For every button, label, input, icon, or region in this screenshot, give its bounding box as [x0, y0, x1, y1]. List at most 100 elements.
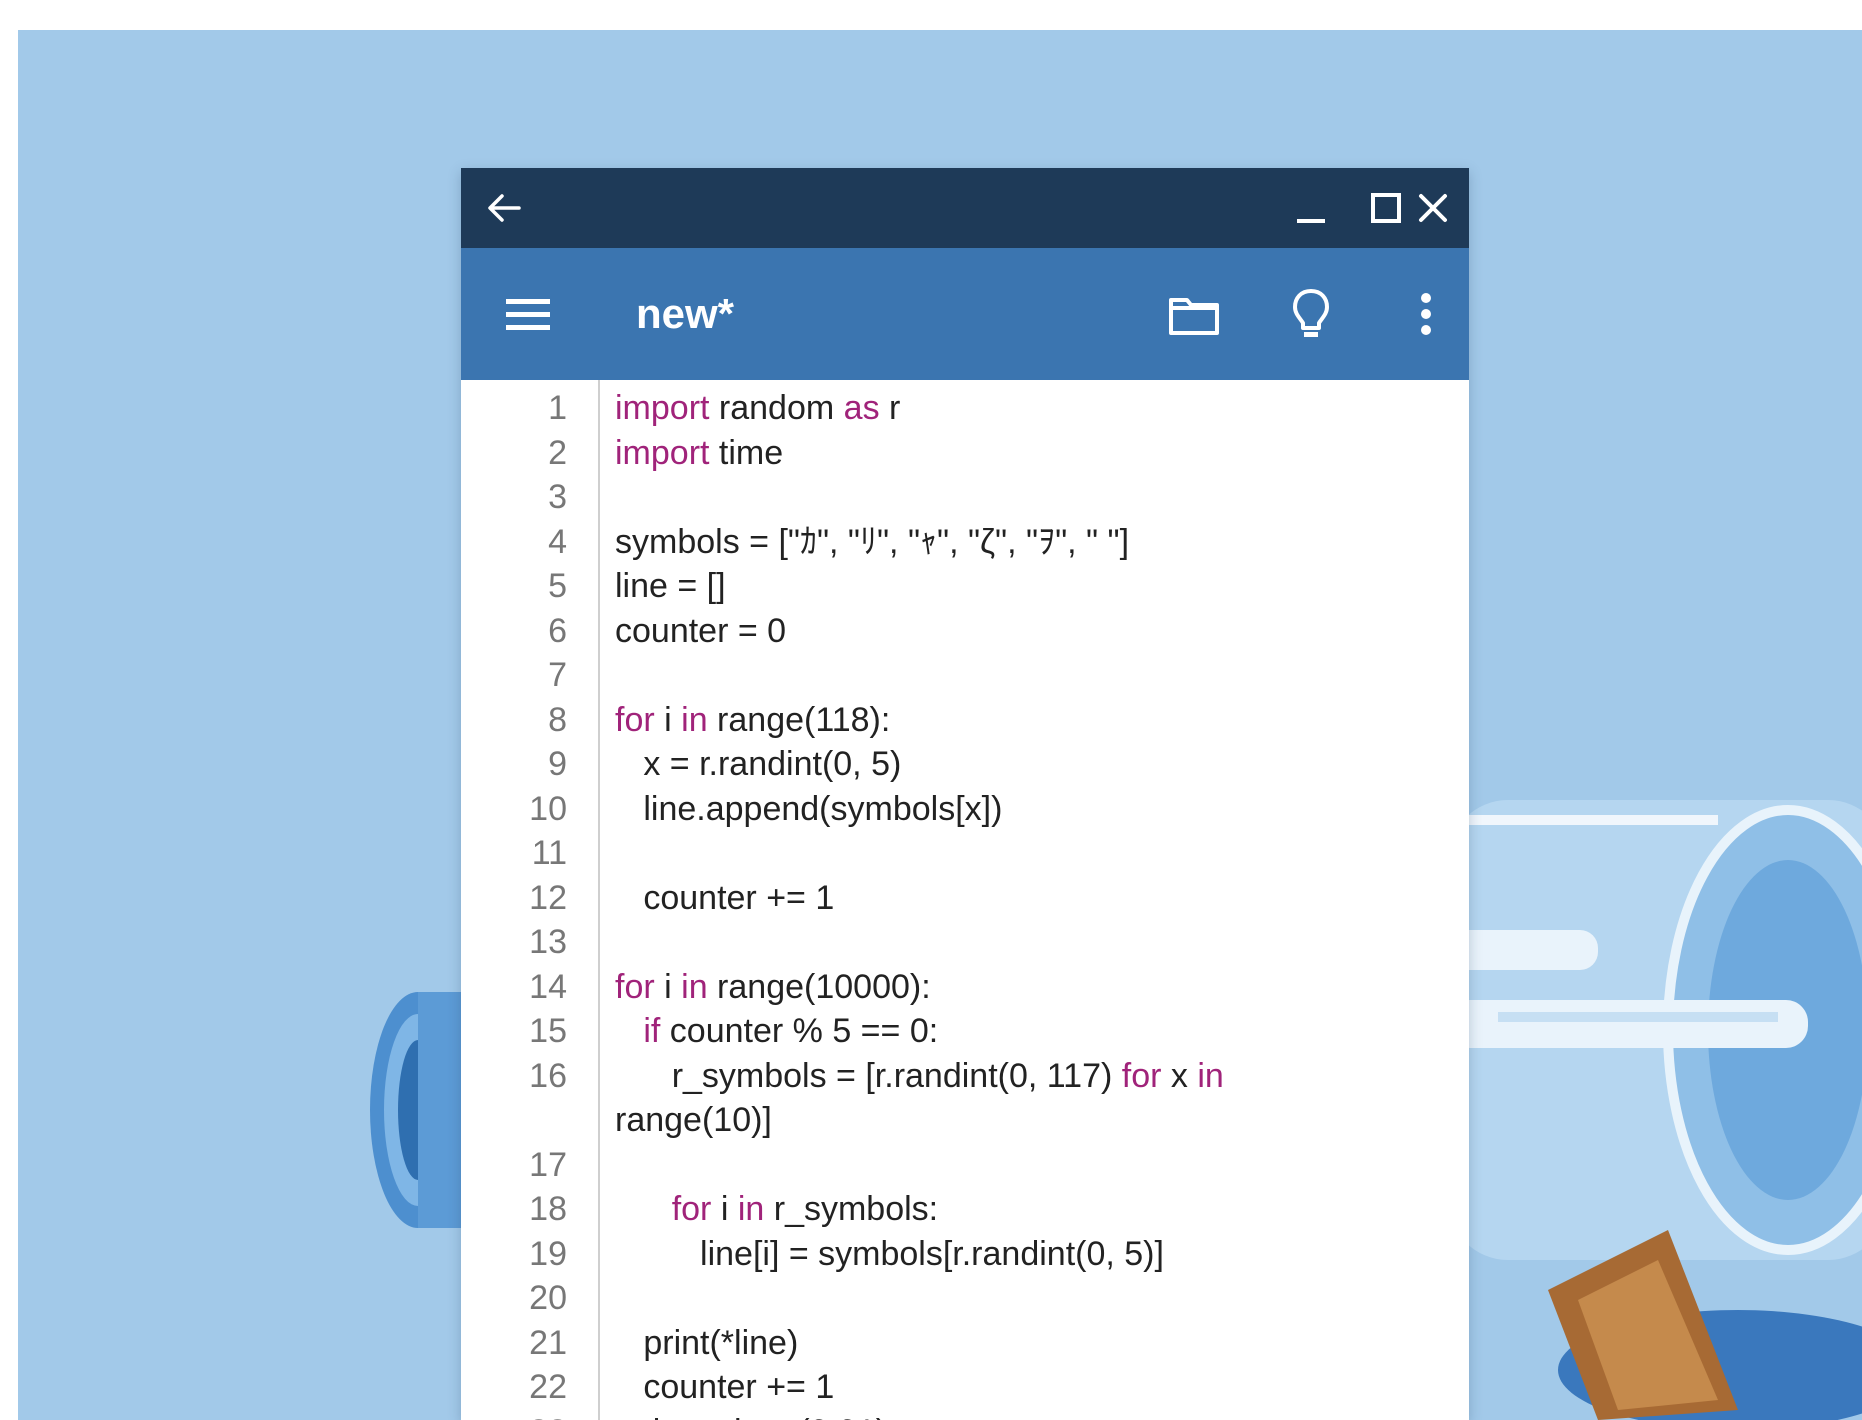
- line-number: 6: [548, 611, 567, 650]
- line-number: 21: [529, 1323, 567, 1362]
- arrow-left-icon: [488, 194, 521, 222]
- code-token: x = r.randint(0, 5): [615, 745, 902, 783]
- line-number: 7: [548, 656, 567, 694]
- code-text: line = []: [615, 564, 1425, 609]
- code-text: counter += 1: [615, 1365, 1425, 1410]
- app-toolbar: new*: [461, 248, 1469, 380]
- code-editor[interactable]: 1 import random as r 2 import time 3 4 symbol…: [461, 380, 1469, 1420]
- code-token: r_symbols = [r.randint(0, 117): [615, 1056, 1122, 1095]
- line-number: 17: [529, 1145, 567, 1184]
- keyword-token: for: [671, 1190, 712, 1228]
- menu-button[interactable]: [488, 274, 568, 354]
- minimize-button[interactable]: [1276, 168, 1346, 248]
- folder-icon: [1169, 298, 1219, 335]
- code-text: line.append(symbols[x]): [615, 787, 1425, 832]
- code-line[interactable]: 16 r_symbols = [r.randint(0, 117) for x …: [461, 1054, 1469, 1143]
- code-token: range(10000):: [707, 967, 931, 1006]
- line-number: 5: [548, 567, 567, 605]
- code-text: counter = 0: [615, 609, 1425, 654]
- code-line[interactable]: 10 line.append(symbols[x]): [461, 787, 1469, 832]
- code-token: counter += 1: [615, 878, 835, 917]
- code-line[interactable]: 4 symbols = ["ｶ", "ﾘ", "ｬ", "ζ", "ｦ", " "…: [461, 520, 1469, 565]
- code-text: counter += 1: [615, 876, 1425, 921]
- code-line[interactable]: 1 import random as r: [461, 386, 1469, 431]
- line-number: 13: [529, 923, 567, 961]
- open-file-button[interactable]: [1154, 274, 1234, 354]
- code-line[interactable]: 11: [461, 831, 1469, 876]
- code-line[interactable]: 23 time.sleep(0.01): [461, 1410, 1469, 1420]
- code-token: counter % 5 == 0:: [660, 1012, 939, 1050]
- code-line[interactable]: 7: [461, 653, 1469, 698]
- code-text: print(*line): [615, 1321, 1425, 1366]
- code-line[interactable]: 9 x = r.randint(0, 5): [461, 742, 1469, 787]
- code-line[interactable]: 21 print(*line): [461, 1321, 1469, 1366]
- code-token: print(*line): [615, 1323, 799, 1362]
- lightbulb-icon: [1293, 289, 1329, 337]
- line-number: 19: [529, 1234, 567, 1273]
- code-line[interactable]: 22 counter += 1: [461, 1365, 1469, 1410]
- code-line[interactable]: 5 line = []: [461, 564, 1469, 609]
- back-button[interactable]: [469, 168, 539, 248]
- bottle-illustration: [1448, 800, 1862, 1420]
- more-options-button[interactable]: [1386, 274, 1466, 354]
- desktop-background: new* 1 import random as r 2 import time …: [18, 30, 1862, 1420]
- code-token: range(118):: [707, 700, 891, 739]
- line-number: 14: [529, 967, 567, 1006]
- line-number: 4: [548, 522, 567, 561]
- code-line[interactable]: 14 for i in range(10000):: [461, 965, 1469, 1010]
- code-token: time.sleep(0.01): [615, 1413, 887, 1420]
- line-number: 12: [529, 878, 567, 917]
- line-number: 2: [548, 433, 567, 472]
- code-text: for i in range(10000):: [615, 965, 1425, 1010]
- code-line[interactable]: 18 for i in r_symbols:: [461, 1187, 1469, 1232]
- code-line[interactable]: 3: [461, 475, 1469, 520]
- keyword-token: for: [615, 967, 655, 1006]
- code-line[interactable]: 20: [461, 1276, 1469, 1321]
- code-line[interactable]: 2 import time: [461, 431, 1469, 476]
- code-token: line.append(symbols[x]): [615, 789, 1003, 828]
- code-token: counter = 0: [615, 611, 787, 650]
- code-text: import random as r: [615, 386, 1425, 431]
- code-line[interactable]: 15 if counter % 5 == 0:: [461, 1009, 1469, 1054]
- code-text: import time: [615, 431, 1425, 476]
- file-title: new*: [636, 290, 735, 337]
- tips-button[interactable]: [1271, 274, 1351, 354]
- code-text: x = r.randint(0, 5): [615, 742, 1425, 787]
- code-line[interactable]: 8 for i in range(118):: [461, 698, 1469, 743]
- code-token: x: [1161, 1056, 1198, 1095]
- code-line[interactable]: 12 counter += 1: [461, 876, 1469, 921]
- code-token: i: [654, 700, 682, 739]
- code-token: i: [654, 967, 682, 1006]
- close-button[interactable]: [1398, 168, 1468, 248]
- code-token: time: [709, 433, 784, 472]
- code-text: symbols = ["ｶ", "ﾘ", "ｬ", "ζ", "ｦ", " "]: [615, 520, 1425, 565]
- line-number: 11: [531, 834, 567, 872]
- keyword-token: import: [615, 389, 710, 427]
- keyword-token: if: [643, 1012, 661, 1050]
- line-number: 18: [529, 1190, 567, 1228]
- code-editor-window: new* 1 import random as r 2 import time …: [461, 168, 1469, 1420]
- code-line[interactable]: 6 counter = 0: [461, 609, 1469, 654]
- code-line[interactable]: 19 line[i] = symbols[r.randint(0, 5)]: [461, 1232, 1469, 1277]
- code-line[interactable]: 17: [461, 1143, 1469, 1188]
- line-number: 16: [529, 1056, 567, 1095]
- code-token: line = []: [615, 567, 726, 605]
- keyword-token: as: [843, 389, 880, 427]
- code-line[interactable]: 13: [461, 920, 1469, 965]
- keyword-token: for: [615, 700, 655, 739]
- minimize-icon: [1297, 219, 1325, 223]
- code-text: for i in range(118):: [615, 698, 1425, 743]
- code-token: range(10)]: [615, 1101, 772, 1139]
- close-icon: [1419, 194, 1447, 222]
- keyword-token: in: [681, 967, 708, 1006]
- more-vertical-icon: [1421, 293, 1431, 335]
- code-token: random: [709, 389, 844, 427]
- line-number: 3: [548, 478, 567, 516]
